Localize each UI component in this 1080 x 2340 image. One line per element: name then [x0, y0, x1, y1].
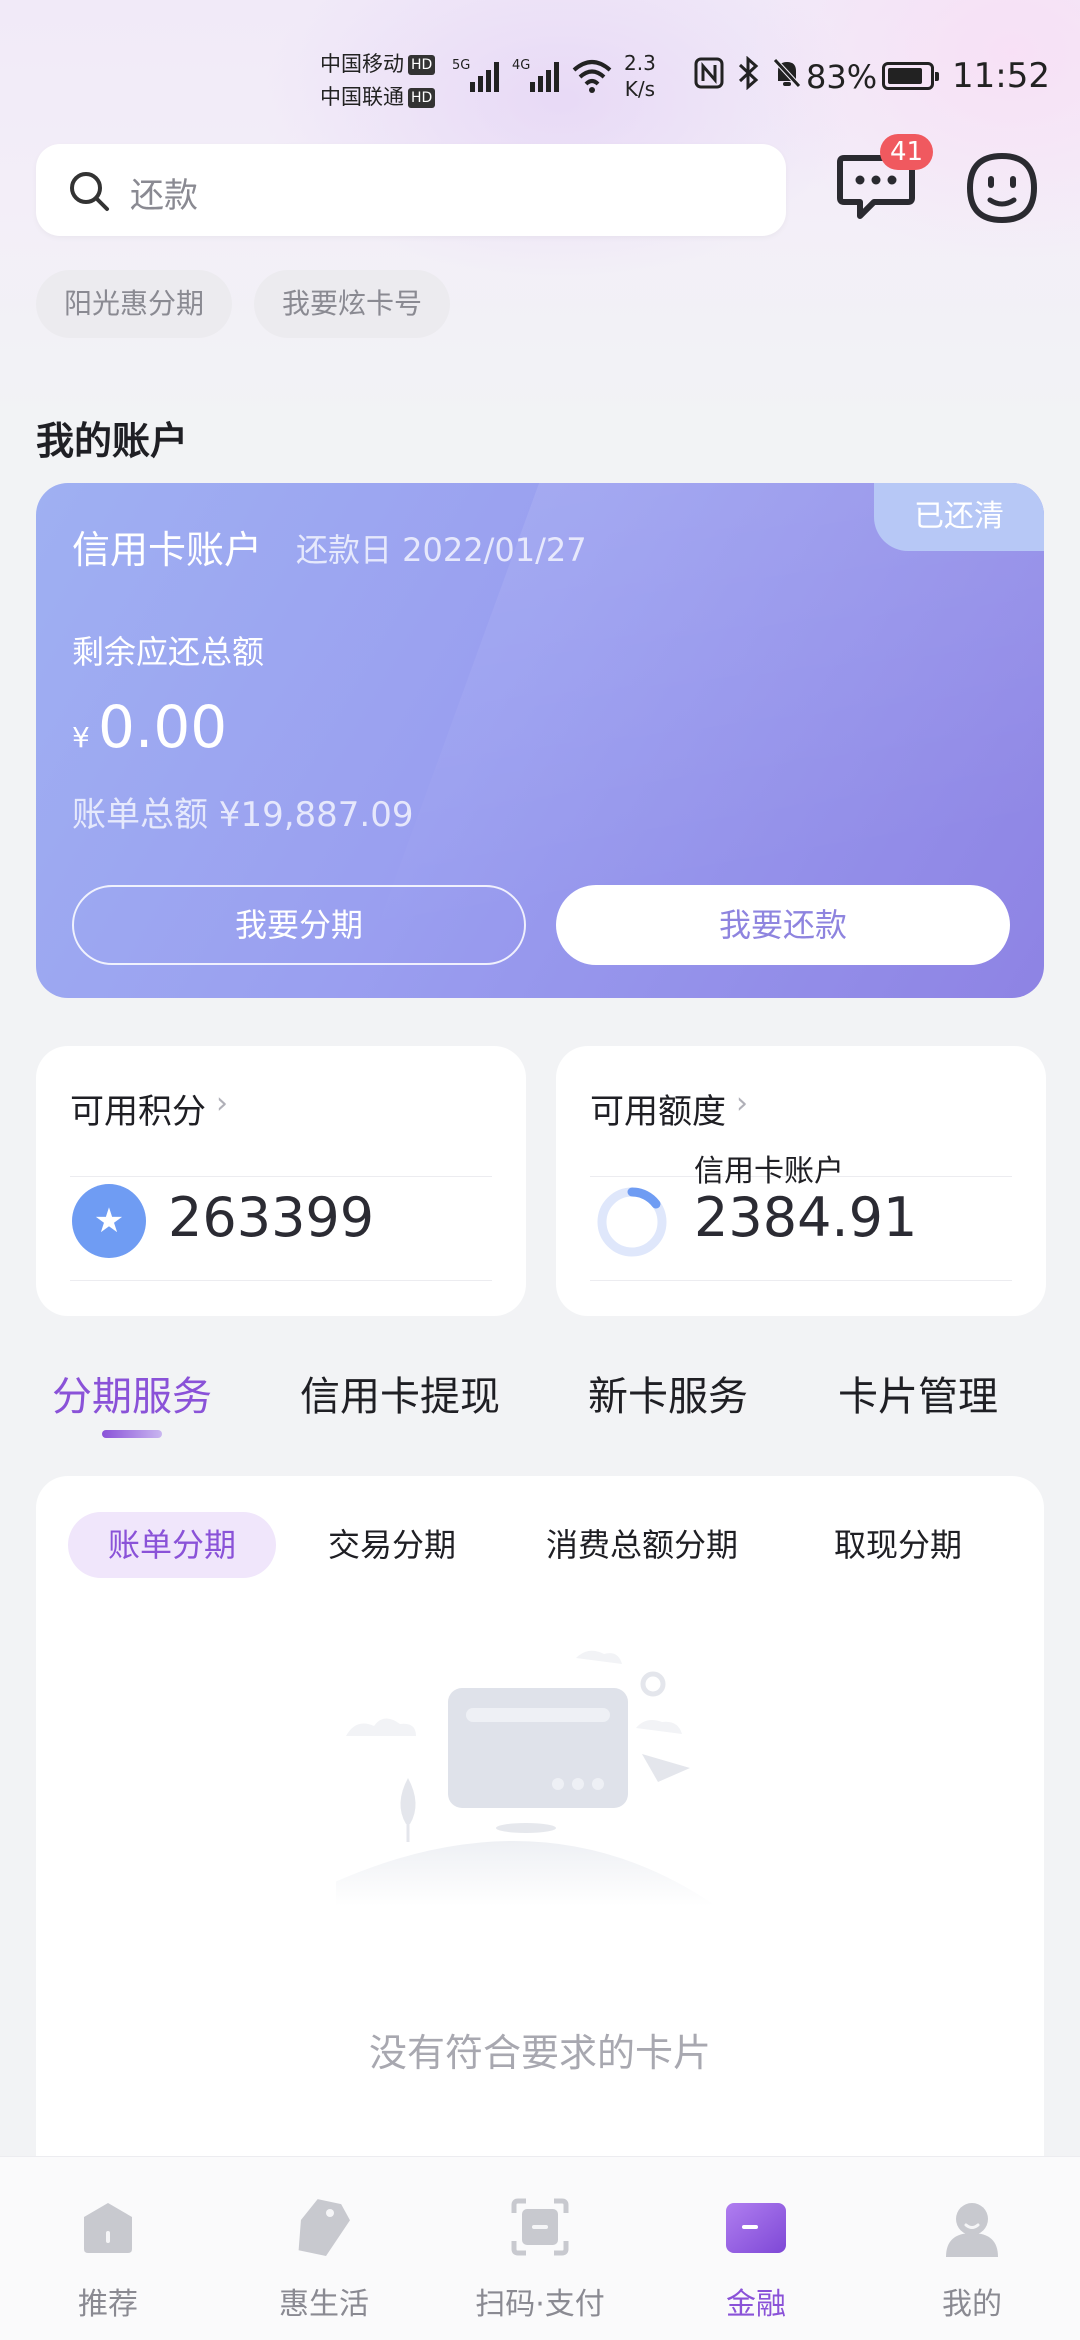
- network-type-1: 5G: [452, 58, 471, 73]
- bluetooth-icon: [738, 56, 759, 90]
- subtab-cash-installment[interactable]: 取现分期: [834, 1512, 962, 1578]
- currency-symbol: ¥: [72, 721, 90, 754]
- home-icon: [84, 2203, 132, 2253]
- bell-muted-icon: [773, 58, 801, 88]
- nav-label: 我的: [942, 2287, 1002, 2322]
- remaining-amount: 0.00: [98, 693, 228, 761]
- nav-mine[interactable]: 我的: [864, 2157, 1080, 2340]
- status-bar: 中国移动 HD 中国联通 HD 5G 4G 2.3 K/s 83% 11:52: [0, 0, 1080, 150]
- card-title: 信用卡账户: [72, 528, 263, 572]
- signal-2-icon: [530, 58, 559, 92]
- tab-cash-withdrawal[interactable]: 信用卡提现: [300, 1364, 500, 1422]
- search-icon: [70, 172, 109, 211]
- network-type-2: 4G: [512, 58, 531, 73]
- nav-life[interactable]: 惠生活: [216, 2157, 432, 2340]
- carrier-2: 中国联通: [320, 85, 404, 109]
- nfc-icon: [694, 57, 724, 89]
- chip-show-card-number[interactable]: 我要炫卡号: [254, 270, 451, 338]
- due-date: 还款日 2022/01/27: [296, 531, 587, 569]
- battery-icon: [882, 62, 939, 90]
- battery-percentage: 83%: [806, 58, 878, 96]
- active-tab-indicator: [102, 1430, 162, 1438]
- profile-icon: [946, 2203, 998, 2257]
- wifi-icon: [572, 60, 612, 93]
- hd-badge: HD: [408, 88, 436, 108]
- repay-button[interactable]: 我要还款: [556, 885, 1010, 965]
- network-speed: 2.3 K/s: [624, 51, 656, 101]
- subtab-bill-installment[interactable]: 账单分期: [68, 1512, 277, 1578]
- credit-limit-title: 可用额度: [590, 1092, 726, 1132]
- divider: [70, 1280, 492, 1281]
- installment-button[interactable]: 我要分期: [72, 885, 526, 965]
- search-placeholder: 还款: [130, 176, 198, 216]
- bottom-navigation: 推荐 惠生活 扫码·支付 金融 我的: [0, 2156, 1080, 2340]
- points-card[interactable]: 可用积分 › ★ 263399: [36, 1046, 526, 1316]
- tag-icon: [298, 2199, 350, 2257]
- nav-label: 扫码·支付: [475, 2287, 605, 2322]
- empty-card-illustration: [336, 1650, 716, 1906]
- carrier-info: 中国移动 HD 中国联通 HD: [320, 48, 436, 114]
- assistant-icon[interactable]: [964, 150, 1040, 226]
- nav-label: 推荐: [78, 2287, 138, 2322]
- bill-total: 账单总额 ¥19,887.09: [72, 795, 414, 835]
- points-value: 263399: [168, 1186, 375, 1249]
- divider: [590, 1280, 1012, 1281]
- nav-recommend[interactable]: 推荐: [0, 2157, 216, 2340]
- message-count-badge: 41: [880, 134, 934, 170]
- nav-label: 金融: [726, 2287, 786, 2322]
- chevron-right-icon: ›: [736, 1086, 748, 1121]
- service-tabs: 分期服务 信用卡提现 新卡服务 卡片管理: [0, 1364, 1080, 1444]
- clock: 11:52: [952, 56, 1050, 96]
- scan-icon: [511, 2198, 569, 2256]
- credit-ring-icon: [597, 1187, 667, 1257]
- card-icon: [726, 2203, 786, 2253]
- hd-badge: HD: [408, 55, 436, 75]
- remaining-label: 剩余应还总额: [72, 633, 265, 671]
- nav-label: 惠生活: [279, 2287, 369, 2322]
- status-icons: [694, 56, 802, 90]
- credit-limit-value: 2384.91: [694, 1186, 918, 1249]
- credit-limit-sub: 信用卡账户: [694, 1154, 844, 1189]
- empty-message: 没有符合要求的卡片: [368, 2031, 711, 2075]
- star-icon: ★: [72, 1184, 146, 1258]
- quick-chips: 阳光惠分期 我要炫卡号: [36, 270, 451, 338]
- tab-new-card-service[interactable]: 新卡服务: [588, 1364, 748, 1422]
- nav-scan-pay[interactable]: 扫码·支付: [432, 2157, 648, 2340]
- credit-card-account[interactable]: 已还清 信用卡账户 还款日 2022/01/27 剩余应还总额 ¥ 0.00 账…: [36, 483, 1044, 998]
- subtab-total-consumption-installment[interactable]: 消费总额分期: [546, 1512, 738, 1578]
- tab-card-management[interactable]: 卡片管理: [838, 1364, 998, 1422]
- my-account-title: 我的账户: [36, 419, 189, 463]
- tab-installment-service[interactable]: 分期服务: [52, 1364, 212, 1422]
- chip-sunshine-installment[interactable]: 阳光惠分期: [36, 270, 233, 338]
- points-title: 可用积分: [70, 1092, 206, 1132]
- search-bar[interactable]: 还款: [36, 144, 786, 236]
- credit-limit-card[interactable]: 可用额度 › 信用卡账户 2384.91: [556, 1046, 1046, 1316]
- divider: [70, 1176, 492, 1177]
- nav-finance[interactable]: 金融: [648, 2157, 864, 2340]
- status-badge: 已还清: [874, 483, 1044, 551]
- signal-1-icon: [470, 58, 499, 92]
- subtab-transaction-installment[interactable]: 交易分期: [328, 1512, 456, 1578]
- chevron-right-icon: ›: [216, 1086, 228, 1121]
- carrier-1: 中国移动: [320, 52, 404, 76]
